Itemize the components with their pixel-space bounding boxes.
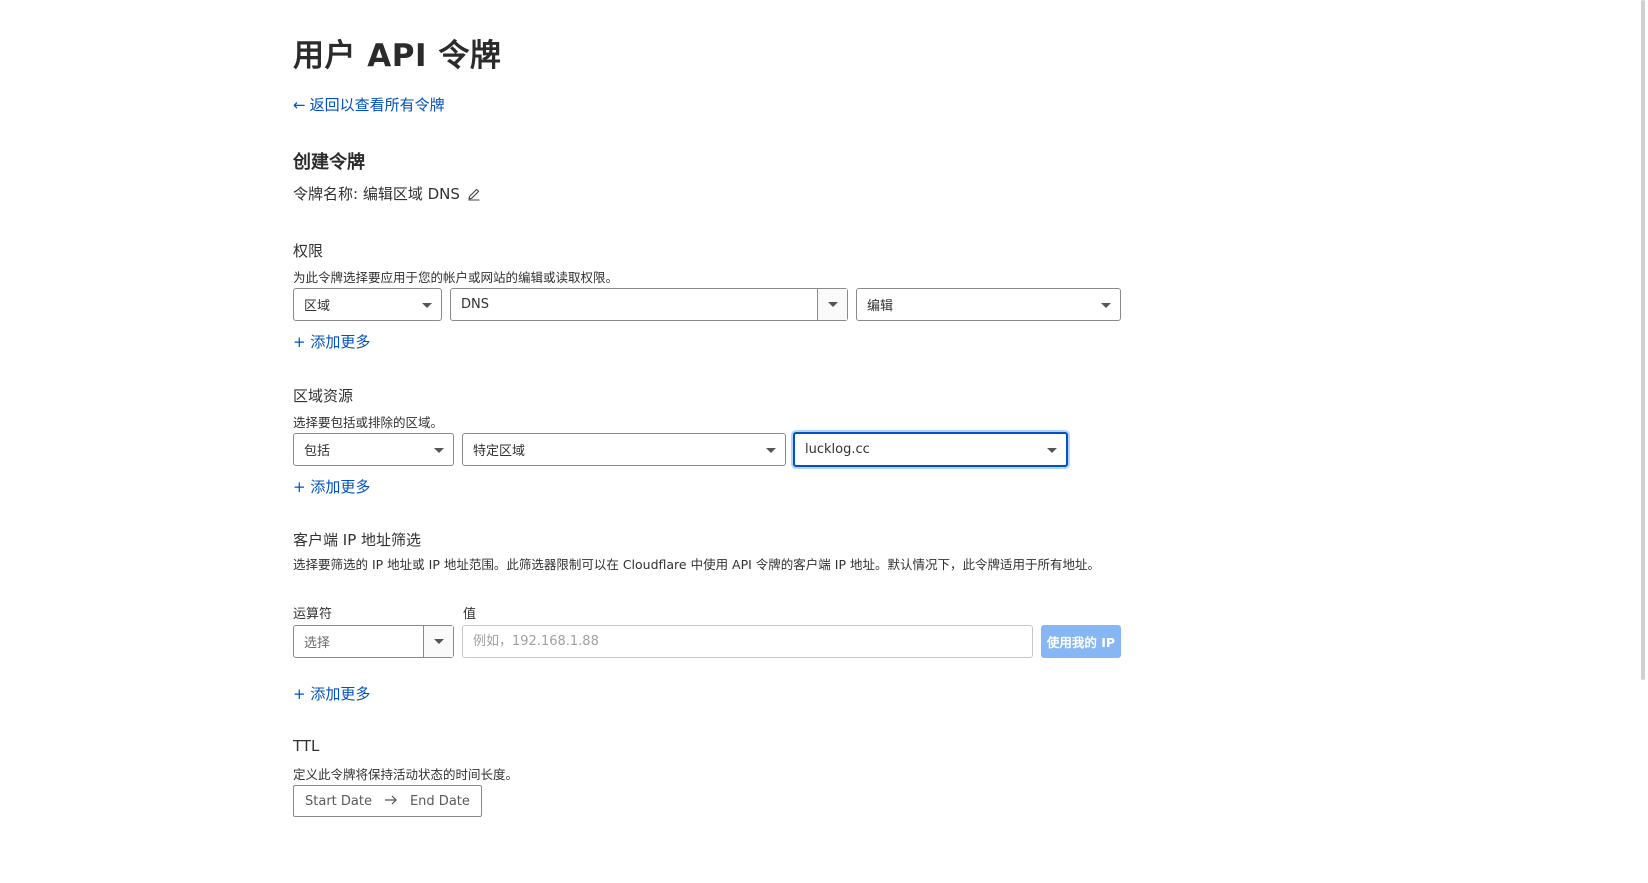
operator-label: 运算符 [293, 607, 333, 622]
operator-value: 选择 [304, 636, 331, 651]
chevron-down-icon [433, 639, 444, 644]
ip-value-input[interactable] [462, 625, 1033, 658]
arrow-right-icon [384, 794, 398, 809]
zone-resources-title: 区域资源 [293, 387, 354, 405]
permissions-description: 为此令牌选择要应用于您的帐户或网站的编辑或读取权限。 [293, 270, 619, 285]
permission-resource-select[interactable]: DNS [450, 288, 848, 321]
chevron-down-icon [766, 447, 776, 453]
permission-scope-select[interactable]: 区域 [293, 288, 442, 321]
scrollbar[interactable] [1636, 0, 1648, 883]
ttl-description: 定义此令牌将保持活动状态的时间长度。 [293, 767, 519, 782]
zone-include-select[interactable]: 包括 [293, 433, 454, 466]
zone-resources-description: 选择要包括或排除的区域。 [293, 415, 444, 430]
ttl-date-range-picker[interactable]: Start Date End Date [293, 785, 482, 817]
create-token-title: 创建令牌 [293, 152, 365, 173]
ip-filter-description: 选择要筛选的 IP 地址或 IP 地址范围。此筛选器限制可以在 Cloudfla… [293, 557, 1100, 572]
chevron-down-icon [1101, 302, 1111, 308]
token-name-row: 令牌名称: 编辑区域 DNS [293, 183, 482, 204]
end-date-field[interactable]: End Date [410, 794, 470, 809]
page: 用户 API 令牌 ← 返回以查看所有令牌 创建令牌 令牌名称: 编辑区域 DN… [0, 0, 1648, 883]
chevron-down-icon [422, 302, 432, 308]
operator-select[interactable]: 选择 [293, 625, 454, 658]
value-label: 值 [463, 607, 477, 622]
pencil-icon[interactable] [466, 186, 482, 202]
start-date-field[interactable]: Start Date [305, 794, 372, 809]
back-link-label: 返回以查看所有令牌 [309, 96, 445, 114]
dropdown-toggle[interactable] [423, 626, 453, 657]
chevron-down-icon [434, 447, 444, 453]
chevron-down-icon [827, 302, 838, 307]
zone-type-select[interactable]: 特定区域 [462, 433, 786, 466]
scrollbar-thumb[interactable] [1641, 0, 1645, 680]
page-title: 用户 API 令牌 [293, 38, 502, 74]
zone-include-value: 包括 [304, 444, 331, 459]
token-name-label: 令牌名称: 编辑区域 DNS [293, 185, 460, 203]
permissions-title: 权限 [293, 242, 324, 260]
zone-value: lucklog.cc [805, 442, 870, 457]
ip-filter-title: 客户端 IP 地址筛选 [293, 531, 422, 549]
permissions-add-more-link[interactable]: + 添加更多 [293, 331, 370, 352]
permission-resource-value: DNS [461, 297, 489, 312]
back-to-tokens-link[interactable]: ← 返回以查看所有令牌 [293, 94, 445, 115]
arrow-left-icon: ← [293, 95, 306, 114]
zone-select[interactable]: lucklog.cc [793, 432, 1068, 467]
ip-add-more-link[interactable]: + 添加更多 [293, 683, 370, 704]
use-my-ip-button[interactable]: 使用我的 IP [1041, 625, 1121, 658]
zone-type-value: 特定区域 [473, 444, 526, 459]
zone-add-more-link[interactable]: + 添加更多 [293, 476, 370, 497]
permission-access-value: 编辑 [867, 299, 894, 314]
permission-scope-value: 区域 [304, 299, 331, 314]
ttl-title: TTL [293, 737, 320, 755]
dropdown-toggle[interactable] [817, 289, 847, 320]
permission-access-select[interactable]: 编辑 [856, 288, 1121, 321]
chevron-down-icon [1047, 447, 1057, 453]
